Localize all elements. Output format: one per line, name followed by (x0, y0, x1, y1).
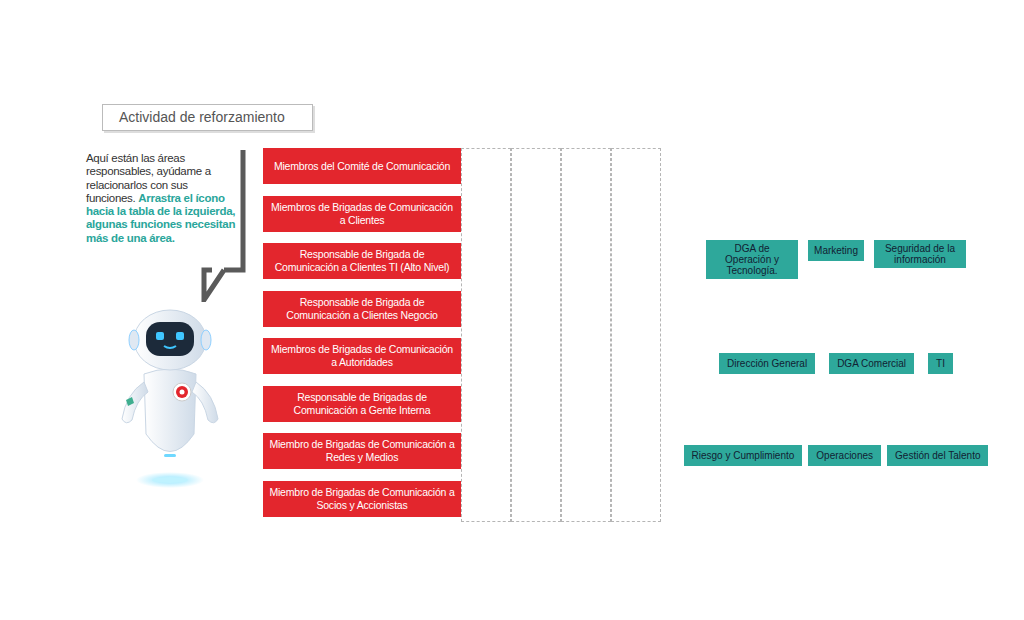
drop-column[interactable] (511, 148, 561, 522)
drop-column[interactable] (461, 148, 511, 522)
function-table: Miembros del Comité de Comunicación Miemb… (263, 148, 661, 522)
speech-bubble: Aquí están las áreas responsables, ayúda… (86, 148, 246, 272)
function-row: Miembro de Brigadas de Comunicación a Re… (263, 433, 461, 469)
function-row: Miembros de Brigadas de Comunicación a A… (263, 338, 461, 374)
drop-column[interactable] (611, 148, 661, 522)
area-chip[interactable]: Operaciones (808, 445, 881, 466)
activity-title: Actividad de reforzamiento (102, 104, 313, 131)
robot-icon (114, 304, 226, 494)
area-chip[interactable]: Gestión del Talento (887, 445, 988, 466)
drop-column[interactable] (561, 148, 611, 522)
function-row: Miembro de Brigadas de Comunicación a So… (263, 481, 461, 517)
area-chip[interactable]: Seguridad de la información (874, 240, 966, 268)
helper-column: Aquí están las áreas responsables, ayúda… (86, 148, 248, 522)
area-chip[interactable]: Marketing (808, 240, 864, 261)
function-row: Miembros de Brigadas de Comunicación a C… (263, 196, 461, 232)
area-chip[interactable]: Riesgo y Cumplimiento (684, 445, 803, 466)
area-chip[interactable]: DGA de Operación y Tecnología. (706, 240, 798, 279)
area-chip[interactable]: Dirección General (719, 353, 815, 374)
function-row: Miembros del Comité de Comunicación (263, 148, 461, 184)
function-row: Responsable de Brigada de Comunicación a… (263, 291, 461, 327)
function-row: Responsable de Brigada de Comunicación a… (263, 243, 461, 279)
areas-panel: DGA de Operación y Tecnología. Marketing S… (693, 148, 979, 522)
function-row: Responsable de Brigadas de Comunicación … (263, 386, 461, 422)
area-chip[interactable]: TI (928, 353, 953, 374)
area-chip[interactable]: DGA Comercial (829, 353, 914, 374)
activity-page: Actividad de reforzamiento Aquí están las… (0, 0, 1024, 620)
